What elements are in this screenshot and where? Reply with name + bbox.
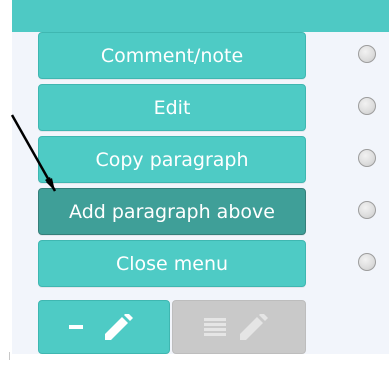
pointer-arrow-icon bbox=[10, 114, 57, 192]
